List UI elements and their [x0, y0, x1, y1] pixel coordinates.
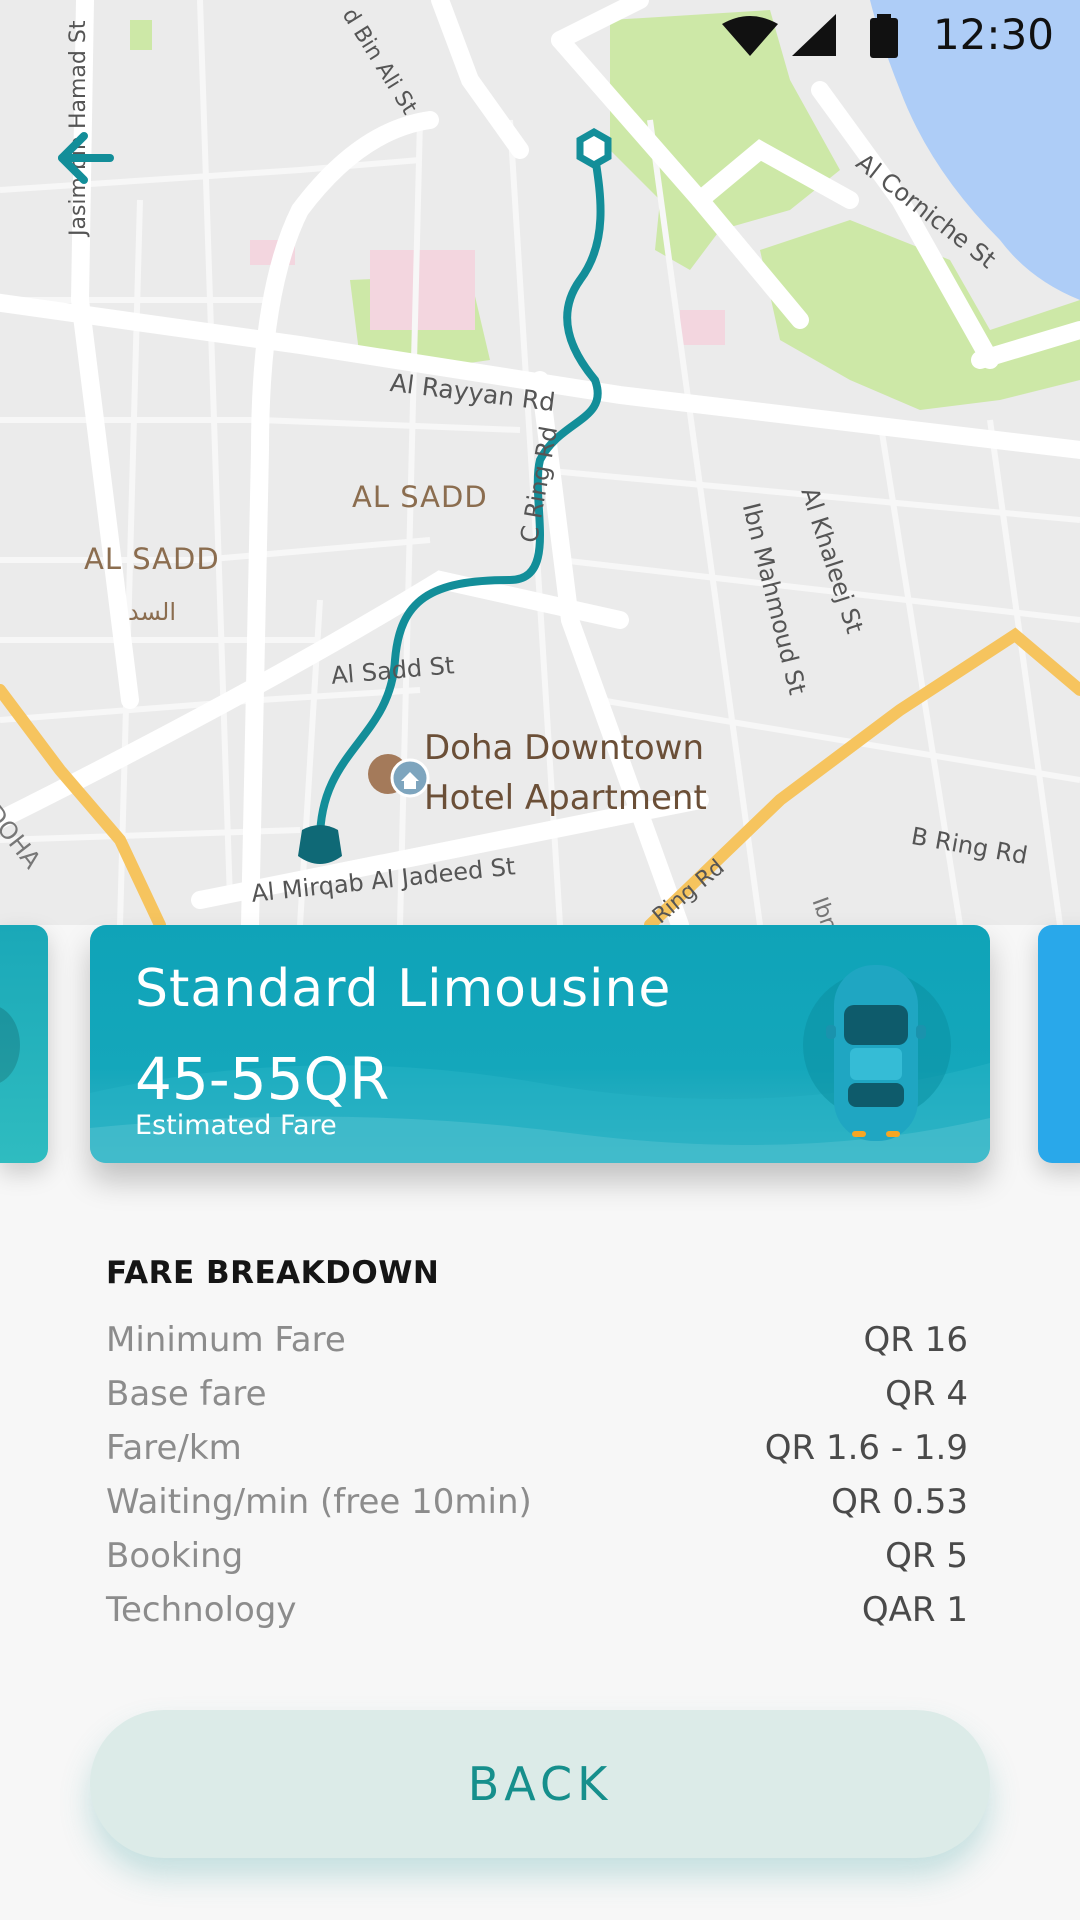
fare-row-minimum: Minimum Fare QR 16 [106, 1313, 968, 1367]
status-bar: 12:30 [720, 0, 1080, 72]
ride-option-card[interactable]: Standard Limousine 45-55QR Estimated Far… [90, 925, 990, 1163]
signal-icon [792, 14, 836, 56]
ride-option-next-card[interactable] [1038, 925, 1080, 1163]
fare-breakdown-title: FARE BREAKDOWN [106, 1255, 440, 1291]
car-top-icon [802, 953, 962, 1143]
battery-icon [870, 14, 898, 58]
back-button[interactable]: BACK [90, 1710, 990, 1858]
fare-value: QR 5 [885, 1536, 968, 1576]
map-poi-hotel-line1[interactable]: Doha Downtown [424, 728, 704, 768]
map-label-al-sadd-west: AL SADD [84, 542, 220, 576]
fare-breakdown: FARE BREAKDOWN Minimum Fare QR 16 Base f… [106, 1255, 968, 1637]
fare-row-booking: Booking QR 5 [106, 1529, 968, 1583]
fare-row-base: Base fare QR 4 [106, 1367, 968, 1421]
back-arrow-icon[interactable] [56, 128, 118, 190]
map-label-al-sadd-arabic: السد [128, 598, 176, 626]
fare-value: QR 4 [885, 1374, 968, 1414]
fare-label: Minimum Fare [106, 1320, 346, 1360]
ride-price: 45-55QR [135, 1045, 390, 1113]
fare-label: Waiting/min (free 10min) [106, 1482, 532, 1522]
map-poi-hotel-line2[interactable]: Hotel Apartment [424, 778, 707, 818]
fare-value: QR 1.6 - 1.9 [764, 1428, 968, 1468]
fare-row-per-km: Fare/km QR 1.6 - 1.9 [106, 1421, 968, 1475]
route-map[interactable]: AL SADD AL SADD السد Al Rayyan Rd Al Sad… [0, 0, 1080, 925]
status-icons [722, 14, 898, 58]
fare-value: QR 16 [863, 1320, 968, 1360]
fare-value: QR 0.53 [831, 1482, 968, 1522]
status-time: 12:30 [932, 10, 1054, 59]
ride-type-title: Standard Limousine [135, 959, 672, 1019]
fare-value: QAR 1 [861, 1590, 968, 1630]
fare-row-waiting: Waiting/min (free 10min) QR 0.53 [106, 1475, 968, 1529]
map-label-al-sadd: AL SADD [352, 480, 488, 514]
fare-row-technology: Technology QAR 1 [106, 1583, 968, 1637]
estimated-fare-label: Estimated Fare [135, 1110, 337, 1141]
fare-label: Base fare [106, 1374, 267, 1414]
fare-label: Booking [106, 1536, 244, 1576]
ride-option-previous-card[interactable] [0, 925, 48, 1163]
fare-label: Fare/km [106, 1428, 242, 1468]
fare-label: Technology [106, 1590, 297, 1630]
wifi-icon [722, 16, 778, 56]
